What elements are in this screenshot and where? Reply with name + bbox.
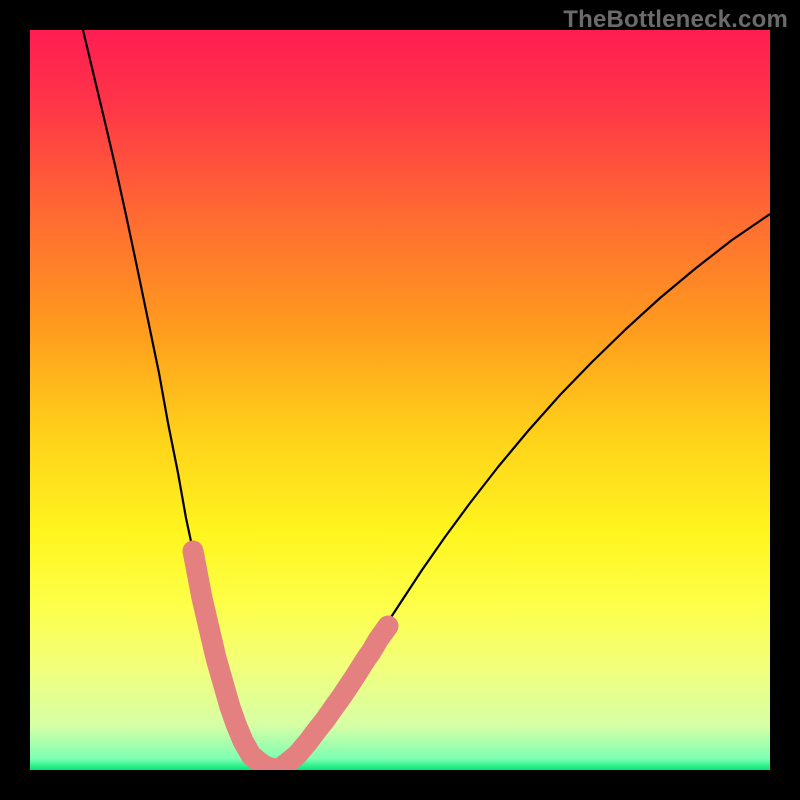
curve-layer — [30, 30, 770, 770]
series-curve-left — [83, 30, 270, 768]
chart-frame: TheBottleneck.com — [0, 0, 800, 800]
series-pink-markers-left — [193, 551, 273, 769]
watermark-text: TheBottleneck.com — [563, 6, 788, 34]
series-pink-markers-right — [273, 626, 388, 769]
plot-area — [30, 30, 770, 770]
